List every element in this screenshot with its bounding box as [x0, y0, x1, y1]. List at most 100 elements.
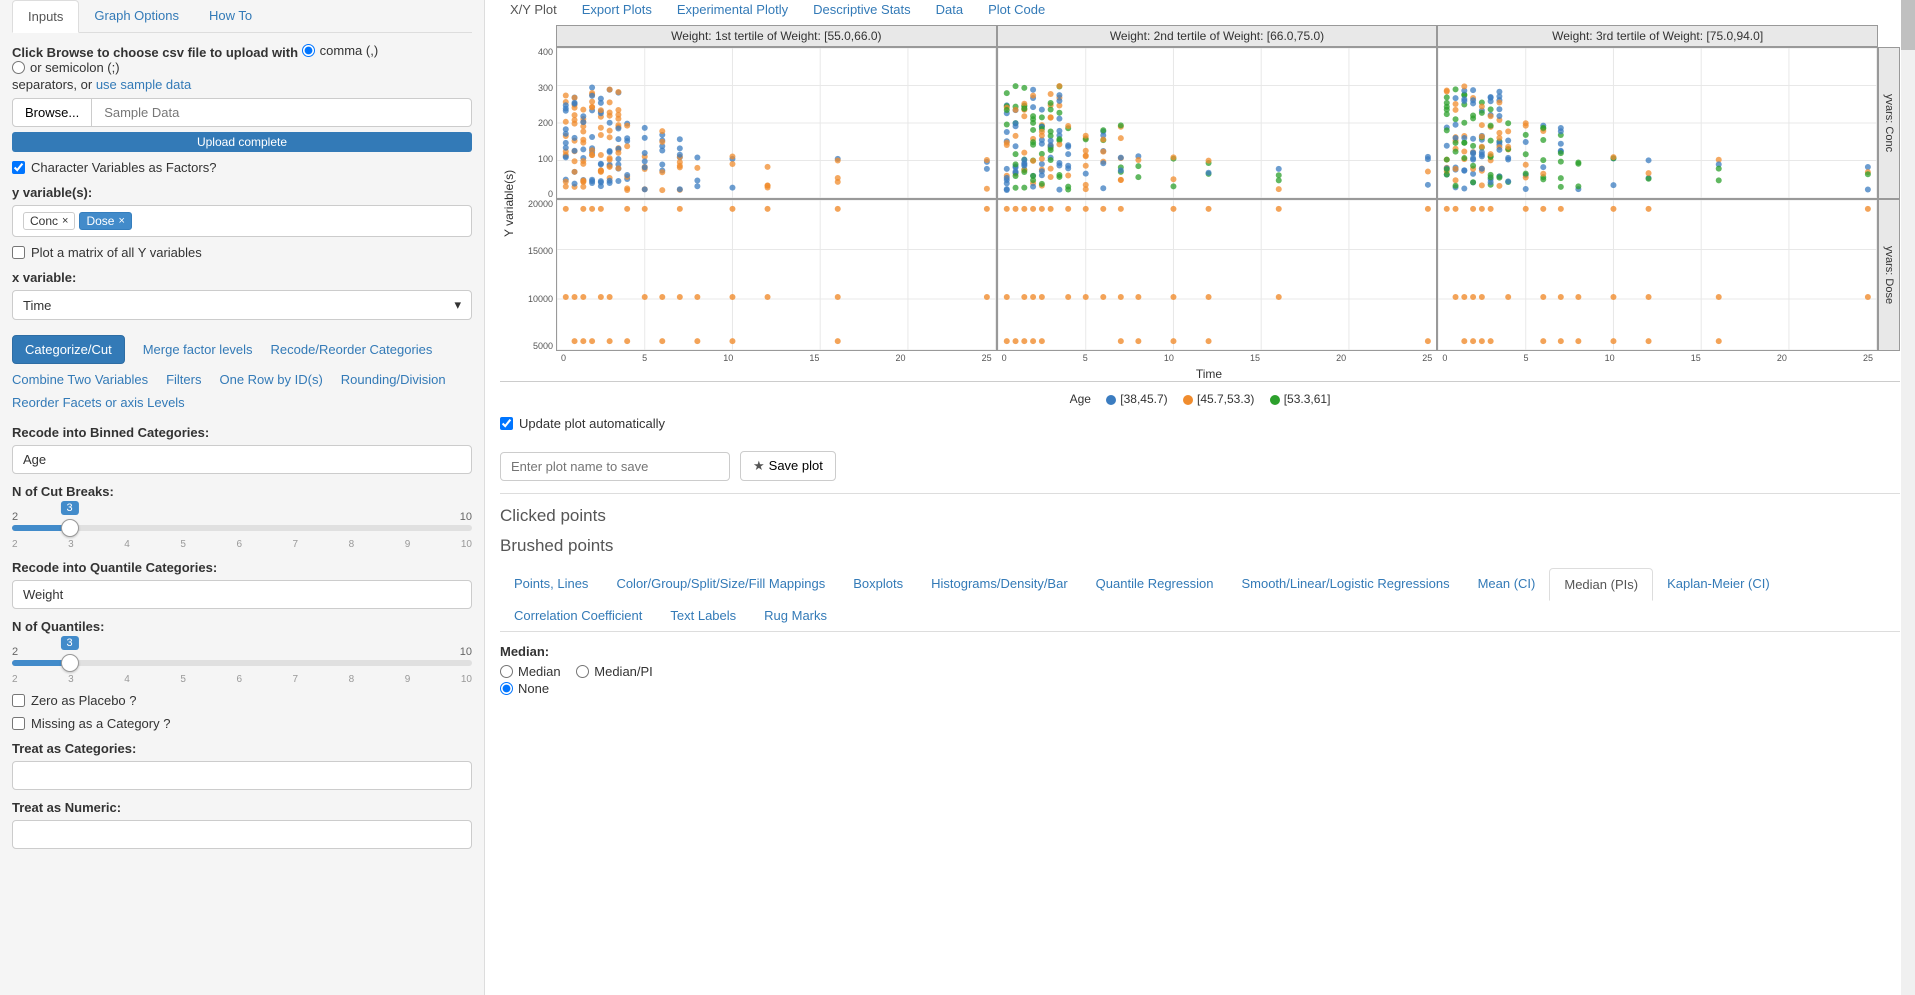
tab-points-lines[interactable]: Points, Lines	[500, 568, 602, 600]
upload-progress: Upload complete	[12, 132, 472, 152]
median-label: Median:	[500, 644, 1900, 659]
x-axis-label: Time	[518, 367, 1900, 381]
tab-plotcode[interactable]: Plot Code	[988, 2, 1045, 17]
tab-kaplan-meier[interactable]: Kaplan-Meier (CI)	[1653, 568, 1784, 600]
use-sample-data-link[interactable]: use sample data	[96, 77, 191, 92]
tab-correlation[interactable]: Correlation Coefficient	[500, 600, 656, 631]
reorder-facets-link[interactable]: Reorder Facets or axis Levels	[12, 395, 185, 410]
facet-panel[interactable]	[556, 199, 997, 351]
slider-handle[interactable]	[61, 519, 79, 537]
legend-swatch	[1183, 395, 1193, 405]
facet-panel[interactable]	[997, 47, 1438, 199]
facet-panel[interactable]	[997, 199, 1438, 351]
scrollbar[interactable]	[1901, 0, 1915, 995]
yvar-select[interactable]: Conc× Dose×	[12, 205, 472, 237]
filters-link[interactable]: Filters	[166, 372, 201, 387]
one-row-ids-link[interactable]: One Row by ID(s)	[219, 372, 322, 387]
recode-quantile-select[interactable]: Weight	[12, 580, 472, 609]
tab-export[interactable]: Export Plots	[582, 2, 652, 17]
tab-plotly[interactable]: Experimental Plotly	[677, 2, 788, 17]
tab-boxplots[interactable]: Boxplots	[839, 568, 917, 600]
clicked-points-heading: Clicked points	[500, 506, 1900, 526]
recode-binned-select[interactable]: Age	[12, 445, 472, 474]
plot-area: Y variable(s) Weight: 1st tertile of Wei…	[500, 25, 1900, 382]
y-ticks-conc: 4003002001000	[518, 47, 556, 199]
legend-label: [38,45.7)	[1120, 392, 1167, 406]
combine-vars-link[interactable]: Combine Two Variables	[12, 372, 148, 387]
plot-matrix-checkbox[interactable]: Plot a matrix of all Y variables	[12, 245, 472, 260]
tab-rug-marks[interactable]: Rug Marks	[750, 600, 841, 631]
tab-histograms[interactable]: Histograms/Density/Bar	[917, 568, 1082, 600]
tab-stats[interactable]: Descriptive Stats	[813, 2, 911, 17]
recode-binned-label: Recode into Binned Categories:	[12, 425, 472, 440]
plot-option-tabs: Points, Lines Color/Group/Split/Size/Fil…	[500, 568, 1900, 632]
sidebar-tabs: Inputs Graph Options How To	[12, 0, 472, 33]
median-radio-none[interactable]: None	[500, 681, 549, 696]
tab-how-to[interactable]: How To	[194, 0, 267, 32]
facet-col-header: Weight: 1st tertile of Weight: [55.0,66.…	[556, 25, 997, 47]
main-panel: X/Y Plot Export Plots Experimental Plotl…	[485, 0, 1915, 995]
browse-button[interactable]: Browse...	[12, 98, 92, 127]
n-cut-breaks-label: N of Cut Breaks:	[12, 484, 472, 499]
tab-data[interactable]: Data	[936, 2, 963, 17]
tab-xy-plot[interactable]: X/Y Plot	[510, 2, 557, 17]
legend-label: [45.7,53.3)	[1197, 392, 1254, 406]
tab-quantile-reg[interactable]: Quantile Regression	[1082, 568, 1228, 600]
facet-row-header: yvars: Conc	[1878, 47, 1900, 199]
treat-numeric-label: Treat as Numeric:	[12, 800, 472, 815]
legend-title: Age	[1070, 392, 1091, 406]
tab-text-labels[interactable]: Text Labels	[656, 600, 750, 631]
n-quantiles-label: N of Quantiles:	[12, 619, 472, 634]
x-ticks: 0510152025	[1437, 351, 1878, 363]
facet-col-header: Weight: 2nd tertile of Weight: [66.0,75.…	[997, 25, 1438, 47]
tab-median-pis[interactable]: Median (PIs)	[1549, 568, 1653, 601]
facet-panel[interactable]	[556, 47, 997, 199]
y-axis-label: Y variable(s)	[500, 25, 518, 381]
yvar-tag-conc[interactable]: Conc×	[23, 212, 75, 230]
scrollbar-thumb[interactable]	[1901, 0, 1915, 50]
median-radio-median[interactable]: Median	[500, 664, 561, 679]
treat-numeric-select[interactable]	[12, 820, 472, 849]
missing-category-checkbox[interactable]: Missing as a Category ?	[12, 716, 472, 731]
y-ticks-dose: 2000015000100005000	[518, 199, 556, 351]
facet-panel[interactable]	[1437, 47, 1878, 199]
recode-quantile-label: Recode into Quantile Categories:	[12, 560, 472, 575]
zero-placebo-checkbox[interactable]: Zero as Placebo ?	[12, 693, 472, 708]
brushed-points-heading: Brushed points	[500, 536, 1900, 556]
n-cut-breaks-slider[interactable]: 210 3 2345678910	[12, 511, 472, 550]
recode-reorder-link[interactable]: Recode/Reorder Categories	[271, 342, 433, 357]
save-plot-button[interactable]: Save plot	[740, 451, 836, 481]
sep-comma-radio[interactable]: comma (,)	[302, 43, 379, 58]
update-auto-checkbox[interactable]: Update plot automatically	[500, 416, 1900, 431]
plot-name-input[interactable]	[500, 452, 730, 481]
slider-handle[interactable]	[61, 654, 79, 672]
tab-mean-ci[interactable]: Mean (CI)	[1464, 568, 1550, 600]
treat-categories-select[interactable]	[12, 761, 472, 790]
legend-swatch	[1106, 395, 1116, 405]
tab-mappings[interactable]: Color/Group/Split/Size/Fill Mappings	[602, 568, 839, 600]
sep-semicolon-radio[interactable]: or semicolon (;)	[12, 60, 120, 75]
merge-levels-link[interactable]: Merge factor levels	[143, 342, 253, 357]
tab-graph-options[interactable]: Graph Options	[79, 0, 194, 32]
data-manip-actions: Categorize/Cut Merge factor levels Recod…	[12, 335, 472, 410]
chevron-down-icon: ▾	[454, 297, 461, 313]
median-options: Median: Median Median/PI None	[500, 644, 1900, 698]
sample-data-button[interactable]: Sample Data	[91, 98, 472, 127]
rounding-link[interactable]: Rounding/Division	[341, 372, 446, 387]
legend-label: [53.3,61]	[1284, 392, 1331, 406]
tab-inputs[interactable]: Inputs	[12, 0, 79, 33]
yvar-tag-dose[interactable]: Dose×	[79, 212, 131, 230]
xvar-select[interactable]: Time ▾	[12, 290, 472, 320]
facet-row-header: yvars: Dose	[1878, 199, 1900, 351]
n-quantiles-slider[interactable]: 210 3 2345678910	[12, 646, 472, 685]
tab-smooth-reg[interactable]: Smooth/Linear/Logistic Regressions	[1227, 568, 1463, 600]
categorize-cut-button[interactable]: Categorize/Cut	[12, 335, 125, 364]
close-icon[interactable]: ×	[118, 215, 124, 227]
close-icon[interactable]: ×	[62, 215, 68, 227]
char-vars-factors-checkbox[interactable]: Character Variables as Factors?	[12, 160, 472, 175]
median-radio-medianpi[interactable]: Median/PI	[576, 664, 653, 679]
plot-legend: Age [38,45.7) [45.7,53.3) [53.3,61]	[500, 392, 1900, 406]
facet-panel[interactable]	[1437, 199, 1878, 351]
facet-col-header: Weight: 3rd tertile of Weight: [75.0,94.…	[1437, 25, 1878, 47]
xvar-label: x variable:	[12, 270, 472, 285]
